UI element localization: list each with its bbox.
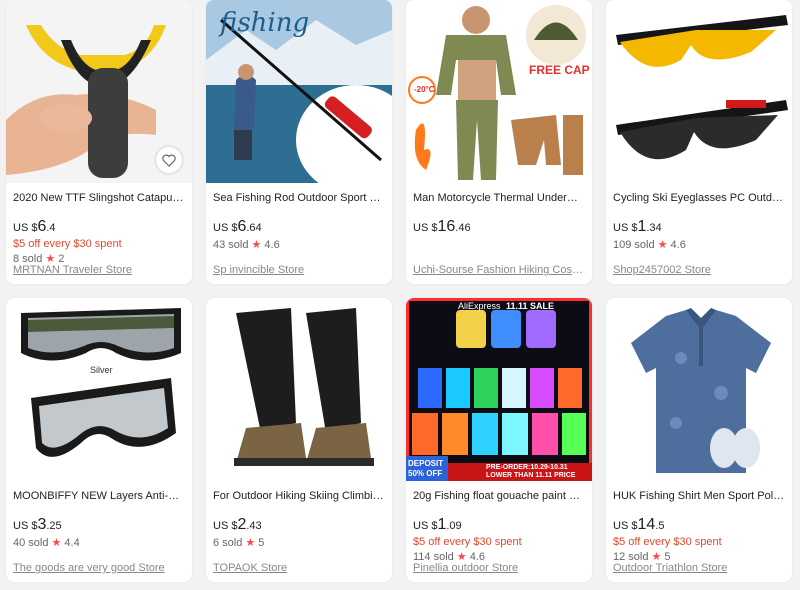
- product-title[interactable]: 20g Fishing float gouache paint Gl...: [413, 489, 585, 503]
- product-card[interactable]: Silver MOONBIFFY NEW Layers Anti-Fog ...…: [6, 298, 192, 582]
- preorder-label: PRE-ORDER:10.29-10.31: [486, 464, 568, 471]
- star-icon: ★: [51, 537, 62, 549]
- star-icon: ★: [251, 239, 262, 251]
- product-price: US $1.34: [613, 218, 662, 235]
- sale-banner: 11.11 SALE: [506, 301, 555, 311]
- sold-count: 109 sold: [613, 239, 655, 251]
- sold-count: 43 sold: [213, 239, 249, 251]
- product-image[interactable]: [206, 298, 392, 481]
- product-card[interactable]: AliExpress 11.11 SALE DEPOSIT 50% OFF PR…: [406, 298, 592, 582]
- rating-value: 4.4: [64, 537, 80, 549]
- promo-text: $5 off every $30 spent: [13, 238, 122, 250]
- image-badge: -20°C: [414, 85, 435, 94]
- product-title[interactable]: For Outdoor Hiking Skiing Climbin...: [213, 489, 385, 503]
- product-card[interactable]: fishing Sea Fishing Rod Outdoor Sport Po…: [206, 0, 392, 284]
- product-title[interactable]: 2020 New TTF Slingshot Catapult ...: [13, 191, 185, 205]
- product-image[interactable]: FREE CAP -20°C: [406, 0, 592, 183]
- product-title[interactable]: HUK Fishing Shirt Men Sport Polo ...: [613, 489, 785, 503]
- product-price: US $3.25: [13, 516, 62, 533]
- product-title[interactable]: MOONBIFFY NEW Layers Anti-Fog ...: [13, 489, 185, 503]
- promo-text: $5 off every $30 spent: [613, 536, 722, 548]
- sold-count: 40 sold: [13, 537, 49, 549]
- rating-value: 5: [258, 537, 265, 549]
- product-price: US $14.5: [613, 516, 665, 533]
- lower-price-label: LOWER THAN 11.11 PRICE: [486, 472, 576, 479]
- store-link[interactable]: Shop2457002 Store: [613, 264, 785, 276]
- product-card[interactable]: HUK Fishing Shirt Men Sport Polo ... US …: [606, 298, 792, 582]
- deposit-label: DEPOSIT: [408, 459, 444, 468]
- rating-value: 4.6: [670, 239, 686, 251]
- product-title[interactable]: Man Motorcycle Thermal Underwe...: [413, 191, 585, 205]
- product-title[interactable]: Sea Fishing Rod Outdoor Sport Por...: [213, 191, 385, 205]
- product-price: US $16.46: [413, 218, 471, 235]
- product-title[interactable]: Cycling Ski Eyeglasses PC Outdoor ...: [613, 191, 785, 205]
- product-image[interactable]: AliExpress 11.11 SALE DEPOSIT 50% OFF PR…: [406, 298, 592, 481]
- store-link[interactable]: TOPAOK Store: [213, 562, 385, 574]
- store-link[interactable]: Pinellia outdoor Store: [413, 562, 585, 574]
- product-image[interactable]: [6, 0, 192, 183]
- off-label: 50% OFF: [408, 469, 443, 478]
- sold-rating: 43 sold ★ 4.6: [213, 238, 385, 253]
- star-icon: ★: [657, 239, 668, 251]
- product-card[interactable]: For Outdoor Hiking Skiing Climbin... US …: [206, 298, 392, 582]
- sold-rating: 109 sold ★ 4.6: [613, 238, 785, 253]
- star-icon: ★: [245, 537, 256, 549]
- store-link[interactable]: Uchi-Sourse Fashion Hiking Costu...: [413, 264, 585, 276]
- product-price: US $6.64: [213, 218, 262, 235]
- product-price: US $6.4: [13, 218, 56, 235]
- product-image[interactable]: [606, 298, 792, 481]
- image-caption: FREE CAP: [529, 63, 590, 77]
- heart-icon: [162, 154, 176, 167]
- image-caption: fishing: [220, 8, 310, 38]
- sold-count: 6 sold: [213, 537, 243, 549]
- product-card[interactable]: Cycling Ski Eyeglasses PC Outdoor ... US…: [606, 0, 792, 284]
- store-link[interactable]: Outdoor Triathlon Store: [613, 562, 785, 574]
- sold-rating: 40 sold ★ 4.4: [13, 536, 185, 551]
- product-image[interactable]: [606, 0, 792, 183]
- product-price: US $1.09: [413, 516, 462, 533]
- product-card[interactable]: 2020 New TTF Slingshot Catapult ... US $…: [6, 0, 192, 284]
- sold-rating: 6 sold ★ 5: [213, 536, 385, 551]
- product-price: US $2.43: [213, 516, 262, 533]
- product-image[interactable]: fishing: [206, 0, 392, 183]
- rating-value: 4.6: [264, 239, 280, 251]
- image-caption: Silver: [90, 365, 113, 375]
- product-card[interactable]: FREE CAP -20°C Man Motorcycle Thermal Un…: [406, 0, 592, 284]
- brand-banner: AliExpress: [458, 301, 501, 311]
- favorite-button[interactable]: [156, 147, 182, 173]
- promo-text: $5 off every $30 spent: [413, 536, 522, 548]
- store-link[interactable]: The goods are very good Store: [13, 562, 185, 574]
- store-link[interactable]: Sp invincible Store: [213, 264, 385, 276]
- product-image[interactable]: Silver: [6, 298, 192, 481]
- store-link[interactable]: MRTNAN Traveler Store: [13, 264, 185, 276]
